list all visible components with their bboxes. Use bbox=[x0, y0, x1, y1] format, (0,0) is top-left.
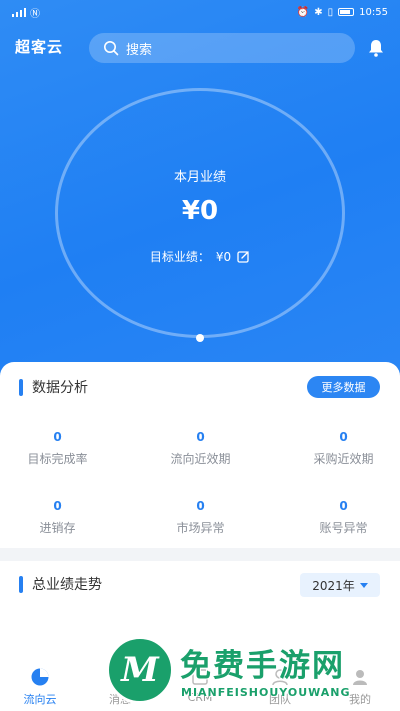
metric-value: 0 bbox=[339, 499, 348, 513]
metric-label: 市场异常 bbox=[176, 521, 225, 535]
vibrate-icon: ▯ bbox=[327, 6, 334, 18]
performance-trend-title: 总业绩走势 bbox=[32, 577, 102, 593]
metric-target-completion[interactable]: 0 目标完成率 bbox=[0, 430, 124, 467]
battery-icon bbox=[338, 8, 355, 16]
watermark-subtitle: MIANFEISHOUYOUWANG bbox=[181, 686, 351, 699]
target-performance: 目标业绩： ¥0 bbox=[0, 248, 400, 265]
year-select[interactable]: 2021年 bbox=[300, 573, 380, 597]
watermark-logo: M bbox=[106, 636, 174, 704]
brand-logo: 超客云 bbox=[15, 38, 64, 56]
section-marker bbox=[19, 575, 23, 593]
target-label: 目标业绩： bbox=[149, 250, 210, 264]
metric-value: 0 bbox=[53, 499, 62, 513]
data-analysis-header: 数据分析 更多数据 bbox=[0, 376, 400, 398]
metric-label: 进销存 bbox=[39, 521, 76, 535]
more-data-button[interactable]: 更多数据 bbox=[307, 376, 380, 398]
search-icon bbox=[104, 41, 119, 56]
status-bar: Ⓝ ⏰ ✱ ▯ 10:55 bbox=[0, 0, 400, 24]
metric-market-anomaly[interactable]: 0 市场异常 bbox=[134, 499, 267, 536]
metric-label: 采购近效期 bbox=[313, 452, 374, 466]
monthly-performance-label: 本月业绩 bbox=[173, 170, 226, 185]
metric-label: 账号异常 bbox=[319, 521, 368, 535]
metric-inventory[interactable]: 0 进销存 bbox=[0, 499, 124, 536]
watermark-title: 免费手游网 bbox=[180, 648, 345, 684]
metric-value: 0 bbox=[196, 499, 205, 513]
alarm-icon: ⏰ bbox=[296, 6, 310, 18]
metric-value: 0 bbox=[53, 430, 62, 444]
search-input[interactable]: 搜索 bbox=[89, 33, 355, 63]
section-marker bbox=[19, 378, 23, 396]
metric-value: 0 bbox=[196, 430, 205, 444]
tab-label: 我的 bbox=[349, 693, 371, 706]
data-analysis-title: 数据分析 bbox=[32, 380, 88, 396]
bell-icon[interactable] bbox=[366, 38, 386, 58]
page-indicator-dot[interactable] bbox=[196, 334, 204, 342]
status-time: 10:55 bbox=[359, 6, 388, 18]
metric-purchase-expiry[interactable]: 0 采购近效期 bbox=[277, 430, 400, 467]
data-analysis-card: 数据分析 更多数据 0 目标完成率 0 流向近效期 0 采购近效期 0 进销存 … bbox=[0, 362, 400, 548]
search-placeholder: 搜索 bbox=[126, 42, 153, 58]
metric-flow-expiry[interactable]: 0 流向近效期 bbox=[134, 430, 267, 467]
year-value: 2021年 bbox=[312, 578, 355, 593]
metric-label: 目标完成率 bbox=[27, 452, 88, 466]
monthly-performance-amount: ¥0 bbox=[181, 196, 219, 226]
nfc-icon: Ⓝ bbox=[30, 8, 40, 20]
metric-account-anomaly[interactable]: 0 账号异常 bbox=[277, 499, 400, 536]
profile-icon bbox=[353, 670, 367, 685]
top-bar: 超客云 搜索 bbox=[0, 32, 400, 64]
metric-value: 0 bbox=[339, 430, 348, 444]
tab-liuxiangyun[interactable]: 流向云 bbox=[0, 667, 80, 707]
signal-icon bbox=[12, 7, 26, 17]
performance-trend-header: 总业绩走势 2021年 bbox=[0, 573, 400, 597]
metric-label: 流向近效期 bbox=[170, 452, 231, 466]
bluetooth-icon: ✱ bbox=[314, 6, 323, 18]
target-value: ¥0 bbox=[215, 249, 232, 264]
pie-chart-icon bbox=[31, 668, 49, 686]
edit-icon[interactable] bbox=[237, 250, 250, 263]
chevron-down-icon bbox=[359, 582, 368, 588]
tab-label: 流向云 bbox=[23, 693, 57, 706]
hero-panel: Ⓝ ⏰ ✱ ▯ 10:55 超客云 搜索 本月业绩 ¥0 目标业绩： ¥0 bbox=[0, 0, 400, 380]
